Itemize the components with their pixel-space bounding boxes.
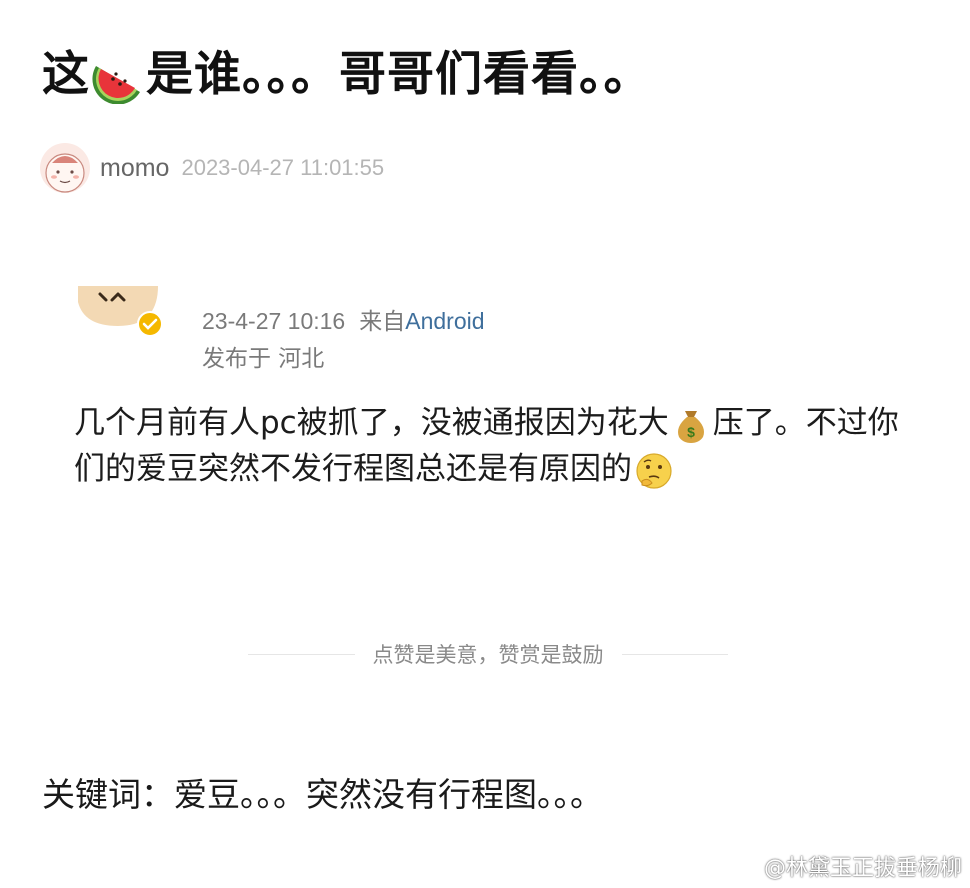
divider-right	[621, 653, 728, 655]
divider-left	[248, 653, 355, 655]
quoted-meta: 23-4-27 10:16 来自Android	[202, 304, 485, 338]
quoted-comment: 23-4-27 10:16 来自Android 发布于 河北 几个月前有人pc被抓…	[0, 280, 970, 700]
poster-name[interactable]: momo	[100, 154, 169, 183]
post-timestamp: 2023-04-27 11:01:55	[181, 155, 385, 180]
quoted-avatar[interactable]	[78, 286, 174, 338]
watermelon-icon	[92, 65, 140, 104]
source-link[interactable]: Android	[405, 308, 484, 334]
keywords-line: 关键词：爱豆。。。突然没有行程图。。。	[42, 775, 603, 814]
svg-text:$: $	[687, 424, 695, 440]
watermark: @林黛玉正拔垂杨柳	[728, 850, 962, 882]
from-label: 来自	[359, 308, 406, 334]
avatar[interactable]	[40, 143, 90, 193]
reward-text: 点赞是美意，赞赏是鼓励	[372, 643, 604, 667]
quoted-location: 发布于 河北	[202, 346, 325, 372]
quoted-body: 几个月前有人pc被抓了，没被通报因为花大 $ 压了。不过你们的爱豆突然不发行程图…	[74, 400, 904, 492]
poster-row: momo 2023-04-27 11:01:55	[40, 140, 384, 196]
post-title: 这 是谁。。。哥哥们看看。。	[42, 42, 652, 108]
reward-divider: 点赞是美意，赞赏是鼓励	[248, 637, 728, 671]
cartoon-face-avatar-icon	[40, 143, 90, 193]
post-title-text-2: 是谁。。。哥哥们看看。。	[146, 47, 652, 102]
post-title-text-1: 这	[42, 47, 90, 102]
watermark-text: @林黛玉正拔垂杨柳	[763, 856, 962, 881]
verified-badge-icon	[137, 311, 163, 337]
thinking-face-icon	[636, 452, 672, 489]
quoted-timestamp: 23-4-27 10:16	[202, 308, 346, 334]
weibo-logo-icon	[728, 856, 758, 879]
quoted-body-text-1: 几个月前有人pc被抓了，没被通报因为花大	[74, 405, 669, 441]
money-bag-icon: $	[677, 410, 704, 443]
